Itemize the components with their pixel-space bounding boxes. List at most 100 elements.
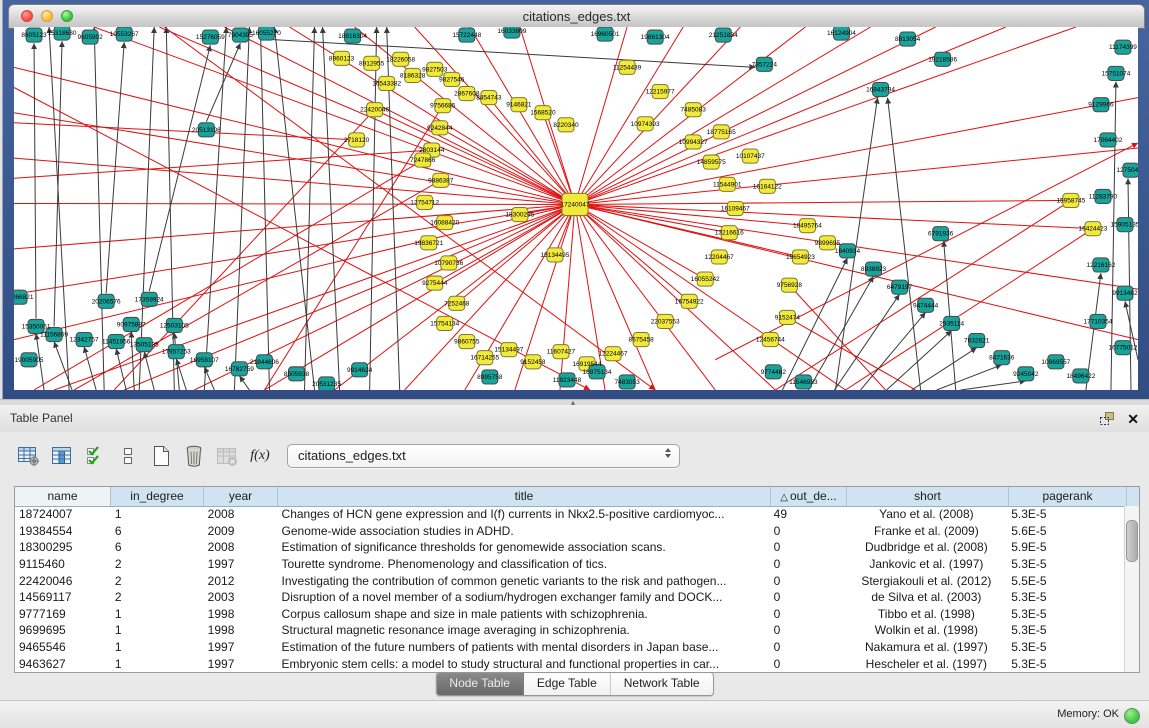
graph-edge xyxy=(575,204,705,279)
table-row[interactable]: 1456911722003Disruption of a novel membe… xyxy=(15,589,1125,606)
graph-edge xyxy=(260,27,269,390)
graph-node-label: 7904395 xyxy=(228,32,254,39)
graph-node-label: 11607427 xyxy=(547,349,576,356)
graph-node-label: 1568520 xyxy=(530,110,556,117)
graph-node-label: 10974393 xyxy=(631,121,660,128)
table-row[interactable]: 1830029562008Estimation of significance … xyxy=(15,539,1125,556)
graph-node-label: 18226058 xyxy=(386,56,415,63)
scrollbar-thumb[interactable] xyxy=(1126,520,1138,562)
cell-title: Genome-wide association studies in ADHD. xyxy=(278,524,770,538)
graph-node-label: 8454743 xyxy=(476,95,502,102)
column-header-pagerank[interactable]: pagerank xyxy=(1009,487,1127,506)
tab-network-table[interactable]: Network Table xyxy=(611,673,713,695)
graph-node-label: 2935114 xyxy=(939,320,964,327)
table-row[interactable]: 911546021997Tourette syndrome. Phenomeno… xyxy=(15,556,1125,573)
float-window-icon[interactable] xyxy=(1099,411,1115,426)
cell-title: Estimation of significance thresholds fo… xyxy=(278,540,770,554)
table-row[interactable]: 969969511998Structural magnetic resonanc… xyxy=(15,622,1125,639)
table-settings-button[interactable] xyxy=(16,443,42,469)
table-selector-dropdown[interactable]: citations_edges.txt xyxy=(287,444,680,468)
cell-short: Dudbridge et al. (2008) xyxy=(846,540,1008,554)
graph-node-label: 18775165 xyxy=(707,129,736,136)
column-header-short[interactable]: short xyxy=(847,487,1009,506)
graph-node-label: 19005905 xyxy=(15,357,44,364)
node-table: name in_degree year title △out_de... sho… xyxy=(14,486,1140,673)
graph-node-label: 16843794 xyxy=(866,87,895,94)
graph-edge xyxy=(888,98,921,390)
graph-node-label: 10553267 xyxy=(110,31,139,38)
column-header-name[interactable]: name xyxy=(15,487,111,506)
tab-node-table[interactable]: Node Table xyxy=(436,673,524,695)
graph-node-label: 18496422 xyxy=(1066,373,1095,380)
cell-title: Tourette syndrome. Phenomenology and cla… xyxy=(278,557,770,571)
tab-edge-table[interactable]: Edge Table xyxy=(524,673,611,695)
graph-node-label: 16088420 xyxy=(430,220,459,227)
graph-node-label: 8912955 xyxy=(359,60,385,67)
select-column-button[interactable] xyxy=(49,443,75,469)
column-header-out-degree[interactable]: △out_de... xyxy=(771,487,847,506)
cell-title: Changes of HCN gene expression and I(f) … xyxy=(278,507,770,521)
graph-node-label: 17064402 xyxy=(1093,137,1122,144)
table-row[interactable]: 1938455462009Genome-wide association stu… xyxy=(15,523,1125,540)
trash-icon xyxy=(182,444,206,468)
close-panel-icon[interactable]: ✕ xyxy=(1127,412,1139,426)
network-window-titlebar[interactable]: citations_edges.txt xyxy=(8,4,1145,29)
graph-node-label: 2803144 xyxy=(419,147,445,154)
graph-node-label: 12204467 xyxy=(705,254,734,261)
memory-ok-indicator-icon xyxy=(1124,708,1140,724)
graph-node-label: 12754712 xyxy=(410,199,439,206)
graph-node-label: 8471636 xyxy=(989,355,1015,362)
graph-node-label: 1640934 xyxy=(835,248,861,255)
graph-node-label: 8675458 xyxy=(628,337,654,344)
table-panel-header: Table Panel ✕ xyxy=(0,405,1149,433)
function-icon: f(x) xyxy=(250,448,269,464)
new-table-button[interactable] xyxy=(148,443,174,469)
network-view-canvas[interactable]: 8960123891295518226058165433828186328982… xyxy=(14,27,1138,390)
cell-title: Investigating the contribution of common… xyxy=(278,574,770,588)
delete-table-button[interactable] xyxy=(214,443,240,469)
column-header-in-degree[interactable]: in_degree xyxy=(111,487,204,506)
graph-node-label: 16109467 xyxy=(721,206,750,213)
graph-node-label: 16543382 xyxy=(372,80,401,87)
column-header-title[interactable]: title xyxy=(278,487,771,506)
graph-node-label: 9152474 xyxy=(775,314,801,321)
cell-title: Disruption of a novel member of a sodium… xyxy=(278,590,770,604)
graph-node-label: 8186328 xyxy=(400,72,426,79)
graph-node-label: 16055270 xyxy=(252,30,281,37)
graph-node-label: 17240047 xyxy=(561,201,590,208)
graph-edge xyxy=(14,204,575,294)
table-settings-icon xyxy=(17,445,41,467)
graph-node-label: 9146821 xyxy=(506,102,532,109)
graph-node-label: 9245042 xyxy=(1013,371,1039,378)
table-row[interactable]: 946362711997Embryonic stem cells: a mode… xyxy=(15,655,1125,672)
graph-edge xyxy=(204,367,214,390)
table-vertical-scrollbar[interactable] xyxy=(1124,506,1139,672)
graph-edge xyxy=(106,42,124,293)
graph-node-label: 11451956 xyxy=(102,339,131,346)
cell-pagerank: 5.3E-5 xyxy=(1007,507,1125,521)
table-body: 1872400712008Changes of HCN gene express… xyxy=(15,506,1125,672)
cell-year: 2009 xyxy=(204,524,278,538)
cell-short: Wolkin et al. (1998) xyxy=(846,623,1008,637)
graph-node-label: 20206576 xyxy=(92,298,121,305)
graph-node-label: 16958107 xyxy=(190,357,219,364)
column-header-year[interactable]: year xyxy=(204,487,278,506)
table-row[interactable]: 946554611997Estimation of the future num… xyxy=(15,639,1125,656)
graph-edge xyxy=(305,27,315,390)
graph-node-label: 10790736 xyxy=(434,260,463,267)
cell-in_degree: 2 xyxy=(111,557,204,571)
table-row[interactable]: 1872400712008Changes of HCN gene express… xyxy=(15,506,1125,523)
table-row[interactable]: 2242004622012Investigating the contribut… xyxy=(15,572,1125,589)
window-title: citations_edges.txt xyxy=(9,5,1144,28)
row-height-button[interactable] xyxy=(115,443,141,469)
graph-node-label: 15905135 xyxy=(1111,222,1138,229)
delete-rows-button[interactable] xyxy=(181,443,207,469)
cell-out_degree: 49 xyxy=(770,507,846,521)
table-selector-value: citations_edges.txt xyxy=(298,448,406,463)
select-rows-button[interactable] xyxy=(82,443,108,469)
table-row[interactable]: 977716911998Corpus callosum shape and si… xyxy=(15,606,1125,623)
function-builder-button[interactable]: f(x) xyxy=(247,443,273,469)
cell-name: 22420046 xyxy=(15,574,111,588)
delete-table-icon xyxy=(215,445,239,467)
graph-node-label: 8505938 xyxy=(284,371,310,378)
